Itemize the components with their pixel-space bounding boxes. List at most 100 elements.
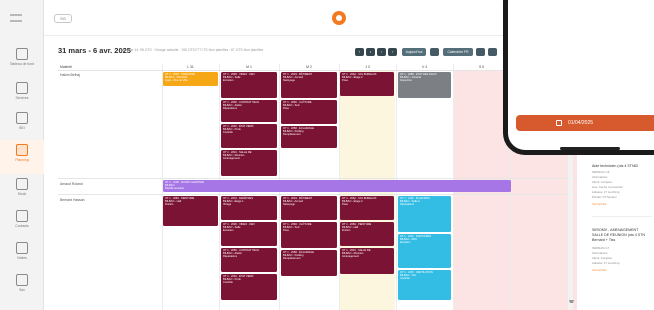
prev-week-button[interactable]: ‹ xyxy=(355,48,364,56)
grid-line xyxy=(58,178,577,179)
row-label-resource: Hakim Belhaj xyxy=(60,73,80,77)
settings-icon[interactable] xyxy=(476,48,485,56)
event-text: Aménagement xyxy=(223,157,240,161)
event-card[interactable]: OT 1 · 2066 · PEINTURE BILBAO - Hall Finit… xyxy=(340,222,394,246)
detail-text: ISMISLOU 15 xyxy=(592,170,610,174)
filter-icon[interactable] xyxy=(430,48,439,56)
event-card[interactable]: OT 1 · 2033 · BÂTIMENT BILBAO - Accueil Ne… xyxy=(281,72,337,98)
sidebar-item-contacts[interactable]: Contacts xyxy=(0,206,44,240)
event-card[interactable]: OT 1 · 2050 · CONTRAT TECH BILBAO - Ateli… xyxy=(221,248,277,272)
sav-icon xyxy=(16,274,28,286)
event-card[interactable]: OT 1 · 2030 · VIDEO · DEV BILBAO - Salle E… xyxy=(221,72,277,98)
date-picker-button[interactable]: 01/04/2025 xyxy=(516,115,654,131)
sidebar-item-sav[interactable]: Sav xyxy=(0,270,44,304)
next-week-button[interactable]: › xyxy=(377,48,386,56)
event-card[interactable]: OT 1 · 2033 · BÂTIMENT BILBAO - Accueil Ne… xyxy=(281,196,337,220)
event-text: Nettoyage xyxy=(283,79,295,83)
more-nav-button[interactable]: › xyxy=(388,48,397,56)
calendar-select-button[interactable]: Calendrier FR xyxy=(443,48,473,56)
event-card[interactable]: OT 1 · 2080 · ÉTAT DES LIEUX BILBAO - Gén… xyxy=(398,72,451,98)
event-card[interactable]: OT 1 · 2070 · FENÊTRES BILBAO - Étage 1 Vi… xyxy=(221,196,277,220)
detail-text: Client: Comptes xyxy=(592,180,612,184)
workspace-selector[interactable]: SG xyxy=(54,14,72,23)
event-text: Ligne - Rue de Ville xyxy=(165,79,188,83)
column-header-day: S 5 xyxy=(453,64,510,71)
brand-logo-icon xyxy=(332,11,346,25)
event-card[interactable]: OT 1 · 2060 · CLÔTURE BILBAO - Sud Pose xyxy=(281,100,337,124)
current-week-button[interactable]: • xyxy=(366,48,375,56)
event-text: Remplacement xyxy=(283,257,301,261)
sidebar-item-bei[interactable]: BEI xyxy=(0,108,44,142)
column-header-resource: Matériel xyxy=(58,64,162,71)
sidebar-item-planning[interactable]: Planning xyxy=(0,140,44,174)
event-text: Entretien xyxy=(223,229,234,233)
sidebar-item-stock[interactable]: Stock xyxy=(0,174,44,208)
event-text: Planifié semaine xyxy=(165,187,185,191)
event-card[interactable]: OT 1 · 2020 · TERRASSE BILBAO · FRANCE Lig… xyxy=(163,72,218,86)
event-card[interactable]: OT 1 · 2058 · ÉCLAIRAGE BILBAO - Parking R… xyxy=(281,250,337,276)
event-text: Contrôle xyxy=(223,281,233,285)
stock-icon xyxy=(16,178,28,190)
detail-text: Priorité: OT Secteur xyxy=(592,195,617,199)
services-icon xyxy=(16,82,28,94)
menu-icon[interactable] xyxy=(10,14,22,22)
event-card[interactable]: OT 1 · 2030 · VIDEO · DEV BILBAO - Salle E… xyxy=(221,222,277,246)
sidebar-item-dashboard[interactable]: Tableau de bord xyxy=(0,44,44,78)
detail-text: Client: Comptes xyxy=(592,256,612,260)
phone-mockup: 01/04/2025 xyxy=(503,0,654,155)
event-text: Finition xyxy=(342,229,351,233)
event-card[interactable]: OT 1 · 2031 · SALLE DE BILBAO - Réunion Am… xyxy=(221,150,277,176)
event-text: Vitrage xyxy=(223,203,232,207)
event-card[interactable]: OT 1 · 2062 · SOL BUREAUX BILBAO - Étage … xyxy=(340,196,394,220)
today-button[interactable]: Aujourd'hui xyxy=(402,48,426,56)
event-text: Entretien xyxy=(400,241,411,245)
event-card[interactable]: OT 1 · 2060 · CLÔTURE BILBAO - Sud Pose xyxy=(281,222,337,248)
event-text: Pose xyxy=(342,79,348,83)
event-text: Aménagement xyxy=(342,255,359,259)
event-text: Remplacement xyxy=(283,133,301,137)
detail-title[interactable]: Aide technicien (ots 4 STNID xyxy=(592,164,638,168)
column-header-day: M 2 xyxy=(279,64,339,71)
detail-text: Informations xyxy=(592,175,608,179)
event-card[interactable]: OT 1 · 2066 · PEINTURE BILBAO - Hall Finit… xyxy=(163,196,218,226)
dashboard-icon xyxy=(16,48,28,60)
event-text: Réparations xyxy=(400,203,414,207)
event-card[interactable]: OT 1 · 2115 · VENTILATION BILBAO - Toit Co… xyxy=(398,270,451,300)
detail-link[interactable]: Voir la fiche xyxy=(592,202,606,206)
event-card-multiday[interactable]: OT 1 · 2100 · ACCÈS CHANTIER BILBAO Planif… xyxy=(163,180,511,192)
event-card[interactable]: OT 1 · 2050 · CONTRAT TECH BILBAO - Ateli… xyxy=(221,100,277,122)
sidebar-item-label: Tableau de bord xyxy=(9,62,35,66)
column-header-day: M 1 xyxy=(219,64,279,71)
event-text: Pose xyxy=(283,107,289,111)
event-text: Pose xyxy=(342,203,348,207)
detail-title[interactable]: SIRIOMV - AMENAGEMENT xyxy=(592,228,638,232)
sidebar-item-label: BEI xyxy=(19,126,25,130)
view-toggle-icon[interactable] xyxy=(488,48,497,56)
event-card[interactable]: OT 1 · 2110 · PLAFONDS BILBAO - Salle A Ré… xyxy=(398,196,451,232)
sidebar-item-label: Contacts xyxy=(15,224,29,228)
sidebar-item-label: Visites xyxy=(17,256,27,260)
sidebar: Tableau de bord Services BEI Planning St… xyxy=(0,0,44,310)
sidebar-item-label: Sav xyxy=(19,288,25,292)
row-label-resource: Bernard Hassan xyxy=(60,198,85,202)
sidebar-item-label: Stock xyxy=(17,192,27,196)
sidebar-item-services[interactable]: Services xyxy=(0,78,44,112)
planning-grid: Matériel L 31 M 1 M 2 J 3 V 4 S 5 D 6 Ha… xyxy=(58,64,577,310)
detail-title-cont: SALLE DE REUNION (ots 4 STN xyxy=(592,233,645,237)
event-card[interactable]: OT 1 · 2040 · ÉTAT VERIF BILBAO - Porte Co… xyxy=(221,274,277,300)
event-text: Pose xyxy=(283,229,289,233)
event-card[interactable]: OT 1 · 2031 · SALLE DE BILBAO - Réunion Am… xyxy=(340,248,394,274)
event-card[interactable]: OT 1 · 2058 · ÉCLAIRAGE BILBAO - Parking R… xyxy=(281,126,337,148)
sidebar-item-visits[interactable]: Visites xyxy=(0,238,44,272)
sidebar-item-label: Services xyxy=(15,96,29,100)
event-text: Nettoyage xyxy=(283,203,295,207)
detail-link[interactable]: Voir la fiche xyxy=(592,268,606,272)
home-indicator xyxy=(560,147,620,150)
visits-icon xyxy=(16,242,28,254)
event-card[interactable]: OT 1 · 2040 · ÉTAT VERIF BILBAO - Porte Co… xyxy=(221,124,277,148)
event-text: Entretien xyxy=(223,79,234,83)
event-card[interactable]: OT 1 · 2062 · SOL BUREAUX BILBAO - Étage … xyxy=(340,72,394,96)
event-card[interactable]: OT 1 · 2112 · SANITAIRES BILBAO - RDC Entr… xyxy=(398,234,451,268)
app-root: Tableau de bord Services BEI Planning St… xyxy=(0,0,654,310)
event-text: Contrôle xyxy=(400,277,410,281)
